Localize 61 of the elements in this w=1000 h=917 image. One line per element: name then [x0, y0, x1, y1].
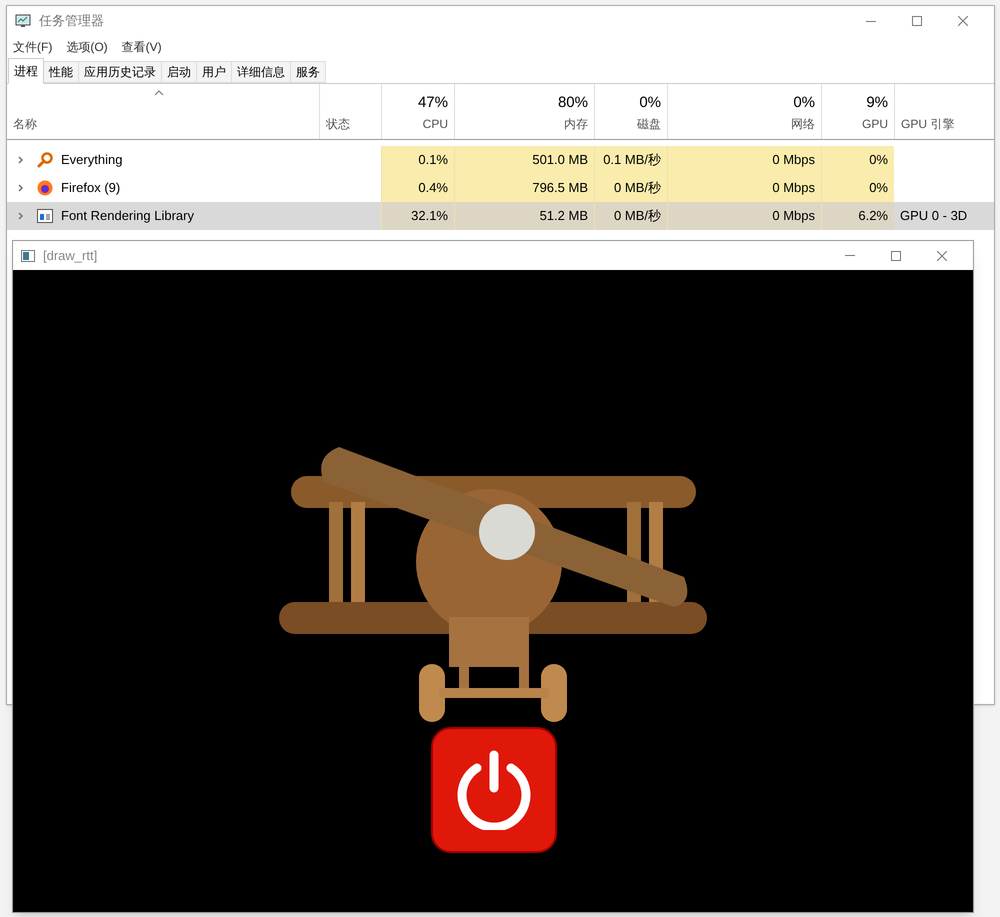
table-cell: 796.5 MB [454, 174, 594, 202]
window-title: 任务管理器 [39, 12, 104, 30]
tab[interactable]: 启动 [162, 61, 197, 83]
menu-item[interactable]: 选项(O) [66, 38, 108, 56]
usage-percent: 80% [558, 93, 588, 113]
tab[interactable]: 性能 [44, 61, 79, 83]
monitor-icon [15, 14, 31, 28]
browser-icon [37, 180, 53, 196]
column-header[interactable]: CPU [422, 115, 448, 133]
column-header[interactable]: 状态 [326, 115, 350, 133]
app-window-icon [37, 209, 53, 223]
tab[interactable]: 用户 [197, 61, 232, 83]
close-icon [937, 250, 947, 260]
table-cell: 0.4% [381, 174, 454, 202]
process-name[interactable]: Firefox (9) [61, 178, 120, 198]
table-cell: 32.1% [381, 202, 454, 230]
maximize-icon [912, 16, 922, 26]
table-cell: 501.0 MB [454, 146, 594, 174]
table-cell: 0 Mbps [667, 174, 821, 202]
table-cell: 0 Mbps [667, 202, 821, 230]
close-icon [958, 16, 968, 26]
menu-item[interactable]: 查看(V) [122, 38, 162, 56]
minimize-icon [845, 255, 855, 256]
tab[interactable]: 进程 [8, 58, 44, 84]
chevron-right-icon[interactable] [18, 184, 24, 192]
table-cell: 0 MB/秒 [594, 174, 667, 202]
minimize-icon [866, 20, 876, 22]
usage-percent: 0% [639, 93, 661, 113]
tab[interactable]: 应用历史记录 [79, 61, 162, 83]
tab[interactable]: 详细信息 [232, 61, 291, 83]
column-header[interactable]: GPU 引擎 [901, 115, 954, 133]
column-header[interactable]: 名称 [13, 115, 37, 133]
column-header[interactable]: 网络 [791, 115, 815, 133]
table-cell-text: GPU 0 - 3D [899, 207, 968, 226]
tab[interactable]: 服务 [291, 61, 326, 83]
menu-item[interactable]: 文件(F) [13, 38, 52, 56]
column-header[interactable]: 内存 [564, 115, 588, 133]
usage-percent: 0% [793, 93, 815, 113]
column-header[interactable]: 磁盘 [637, 115, 661, 133]
usage-percent: 47% [418, 93, 448, 113]
chevron-right-icon[interactable] [18, 212, 24, 220]
table-cell: 0% [821, 146, 894, 174]
power-button[interactable] [431, 727, 557, 853]
table-cell: 0 Mbps [667, 146, 821, 174]
chevron-right-icon[interactable] [18, 156, 24, 164]
table-cell: 6.2% [821, 202, 894, 230]
table-cell: 0% [821, 174, 894, 202]
app-window-icon [21, 250, 35, 262]
usage-percent: 9% [866, 93, 888, 113]
process-name[interactable]: Font Rendering Library [61, 206, 194, 226]
sort-caret-icon [154, 90, 164, 96]
process-name[interactable]: Everything [61, 150, 122, 170]
magnifier-icon [37, 152, 53, 168]
table-cell: 0.1% [381, 146, 454, 174]
power-icon [457, 750, 531, 830]
table-cell: 0.1 MB/秒 [594, 146, 667, 174]
column-header[interactable]: GPU [862, 115, 888, 133]
window-title: [draw_rtt] [43, 246, 98, 265]
maximize-icon [891, 250, 901, 260]
table-cell: 0 MB/秒 [594, 202, 667, 230]
table-cell: 51.2 MB [454, 202, 594, 230]
